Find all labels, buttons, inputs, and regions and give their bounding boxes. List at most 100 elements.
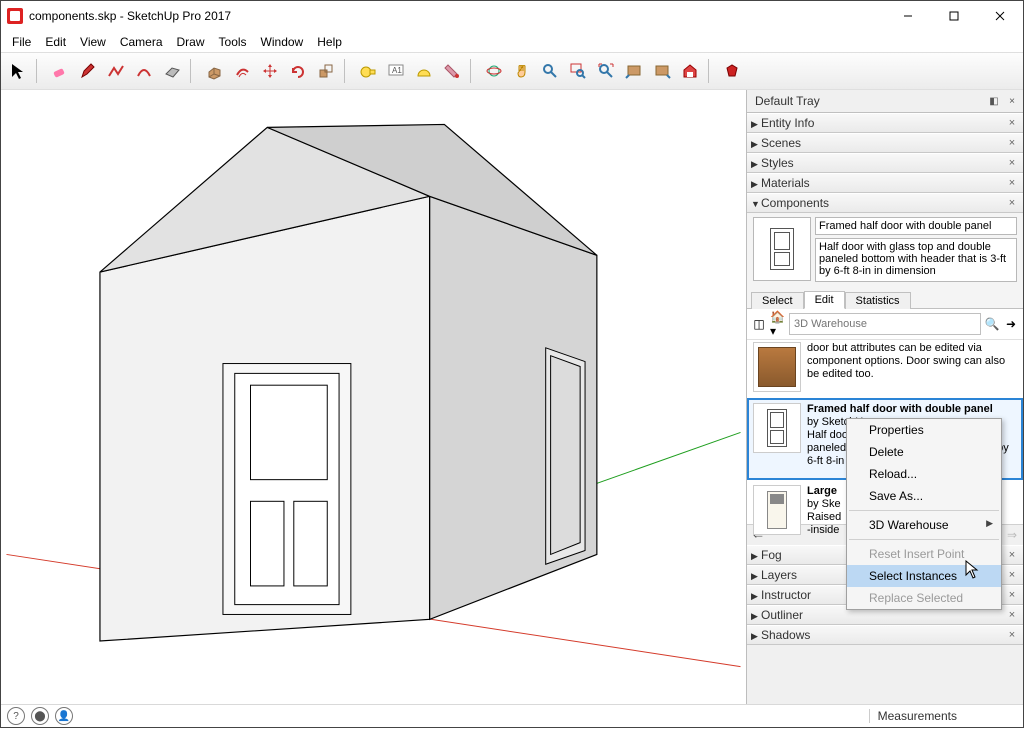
- menu-draw[interactable]: Draw: [170, 33, 212, 51]
- panel-label: Styles: [761, 156, 794, 170]
- tab-select[interactable]: Select: [751, 292, 804, 309]
- panel-materials[interactable]: Materials×: [747, 173, 1023, 193]
- toolbar-pushpull[interactable]: [201, 58, 227, 84]
- ctx-reset-insert-point: Reset Insert Point: [847, 543, 1001, 565]
- tray-close-icon[interactable]: ×: [1005, 94, 1019, 108]
- toolbar-prev-view[interactable]: [621, 58, 647, 84]
- app-icon: [7, 8, 23, 24]
- toolbar-separator: [36, 59, 42, 83]
- tab-edit[interactable]: Edit: [804, 291, 845, 309]
- ctx-delete[interactable]: Delete: [847, 441, 1001, 463]
- panel-arrow-icon: [751, 196, 761, 210]
- panel-scenes[interactable]: Scenes×: [747, 133, 1023, 153]
- panel-arrow-icon: [751, 136, 761, 150]
- measurements-label: Measurements: [869, 709, 1017, 723]
- toolbar-next-view[interactable]: [649, 58, 675, 84]
- status-geo-icon[interactable]: ⬤: [31, 707, 49, 725]
- panel-arrow-icon: [751, 156, 761, 170]
- panel-styles[interactable]: Styles ×: [747, 153, 1023, 173]
- toolbar-scale[interactable]: [313, 58, 339, 84]
- components-list[interactable]: door but attributes can be edited via co…: [747, 340, 1023, 524]
- panel-close-icon[interactable]: ×: [1005, 137, 1019, 149]
- toolbar-rectangle[interactable]: [159, 58, 185, 84]
- toolbar-pan[interactable]: [509, 58, 535, 84]
- menu-file[interactable]: File: [5, 33, 38, 51]
- menu-help[interactable]: Help: [310, 33, 349, 51]
- menu-view[interactable]: View: [73, 33, 113, 51]
- titlebar: components.skp - SketchUp Pro 2017: [1, 1, 1023, 32]
- panel-close-icon[interactable]: ×: [1005, 177, 1019, 189]
- toolbar-zoom-extents[interactable]: [593, 58, 619, 84]
- panel-label: Layers: [761, 568, 797, 582]
- toolbar-tape[interactable]: [355, 58, 381, 84]
- panel-shadows[interactable]: Shadows×: [747, 625, 1023, 645]
- panel-close-icon[interactable]: ×: [1005, 629, 1019, 641]
- close-button[interactable]: [977, 1, 1023, 31]
- toolbar-protractor[interactable]: [411, 58, 437, 84]
- tab-statistics[interactable]: Statistics: [845, 292, 911, 309]
- ctx-properties[interactable]: Properties: [847, 419, 1001, 441]
- tray-title[interactable]: Default Tray ◧ ×: [747, 90, 1023, 113]
- home-icon[interactable]: 🏠▾: [770, 316, 786, 332]
- status-account-icon[interactable]: 👤: [55, 707, 73, 725]
- toolbar-select-arrow[interactable]: [5, 58, 31, 84]
- forward-icon[interactable]: ➜: [1003, 316, 1019, 332]
- search-input[interactable]: [789, 313, 981, 335]
- toolbar-ruby[interactable]: [719, 58, 745, 84]
- panel-close-icon[interactable]: ×: [1005, 549, 1019, 561]
- panel-label: Instructor: [761, 588, 811, 602]
- default-tray: Default Tray ◧ × Entity Info×Scenes×Styl…: [747, 90, 1023, 704]
- menu-window[interactable]: Window: [254, 33, 311, 51]
- ctx-reload-[interactable]: Reload...: [847, 463, 1001, 485]
- component-name-field[interactable]: [815, 217, 1017, 235]
- panel-label: Components: [761, 196, 829, 210]
- model-canvas: [1, 90, 746, 704]
- viewport-3d[interactable]: [1, 90, 747, 704]
- panel-arrow-icon: [751, 628, 761, 642]
- panel-entity-info[interactable]: Entity Info×: [747, 113, 1023, 133]
- menu-camera[interactable]: Camera: [113, 33, 170, 51]
- app-window: components.skp - SketchUp Pro 2017 FileE…: [0, 0, 1024, 728]
- menu-edit[interactable]: Edit: [38, 33, 73, 51]
- toolbar-pencil[interactable]: [75, 58, 101, 84]
- main-area: Default Tray ◧ × Entity Info×Scenes×Styl…: [1, 90, 1023, 704]
- component-desc-field[interactable]: Half door with glass top and double pane…: [815, 238, 1017, 282]
- panel-close-icon[interactable]: ×: [1005, 157, 1019, 169]
- search-icon[interactable]: 🔍: [984, 316, 1000, 332]
- component-item[interactable]: door but attributes can be edited via co…: [747, 340, 1023, 398]
- toolbar-polyline[interactable]: [103, 58, 129, 84]
- panel-close-icon[interactable]: ×: [1005, 117, 1019, 129]
- maximize-button[interactable]: [931, 1, 977, 31]
- ctx-save-as-[interactable]: Save As...: [847, 485, 1001, 507]
- panel-close-icon[interactable]: ×: [1005, 589, 1019, 601]
- panel-close-icon[interactable]: ×: [1005, 197, 1019, 209]
- menu-tools[interactable]: Tools: [212, 33, 254, 51]
- toolbar-arc[interactable]: [131, 58, 157, 84]
- minimize-button[interactable]: [885, 1, 931, 31]
- ctx-3d-warehouse[interactable]: 3D Warehouse: [847, 514, 1001, 536]
- context-menu-separator: [849, 539, 999, 540]
- svg-text:A1: A1: [392, 66, 402, 75]
- toolbar-zoom-window[interactable]: [565, 58, 591, 84]
- status-info-icon[interactable]: ?: [7, 707, 25, 725]
- detail-icon[interactable]: ◫: [751, 316, 767, 332]
- ctx-replace-selected: Replace Selected: [847, 587, 1001, 609]
- statusbar: ? ⬤ 👤 Measurements: [1, 704, 1023, 727]
- tray-pin-icon[interactable]: ◧: [987, 94, 1001, 108]
- context-menu[interactable]: PropertiesDeleteReload...Save As... 3D Wa…: [846, 418, 1002, 610]
- toolbar-eraser[interactable]: [47, 58, 73, 84]
- component-item-text: door but attributes can be edited via co…: [807, 342, 1017, 392]
- toolbar-zoom[interactable]: [537, 58, 563, 84]
- panel-close-icon[interactable]: ×: [1005, 569, 1019, 581]
- panel-components[interactable]: Components ×: [747, 193, 1023, 213]
- toolbar-offset[interactable]: [229, 58, 255, 84]
- toolbar-text[interactable]: A1: [383, 58, 409, 84]
- toolbar-paint[interactable]: [439, 58, 465, 84]
- toolbar-rotate[interactable]: [285, 58, 311, 84]
- ctx-select-instances[interactable]: Select Instances: [847, 565, 1001, 587]
- toolbar-warehouse[interactable]: [677, 58, 703, 84]
- toolbar-orbit[interactable]: [481, 58, 507, 84]
- panel-arrow-icon: [751, 588, 761, 602]
- toolbar-move[interactable]: [257, 58, 283, 84]
- panel-close-icon[interactable]: ×: [1005, 609, 1019, 621]
